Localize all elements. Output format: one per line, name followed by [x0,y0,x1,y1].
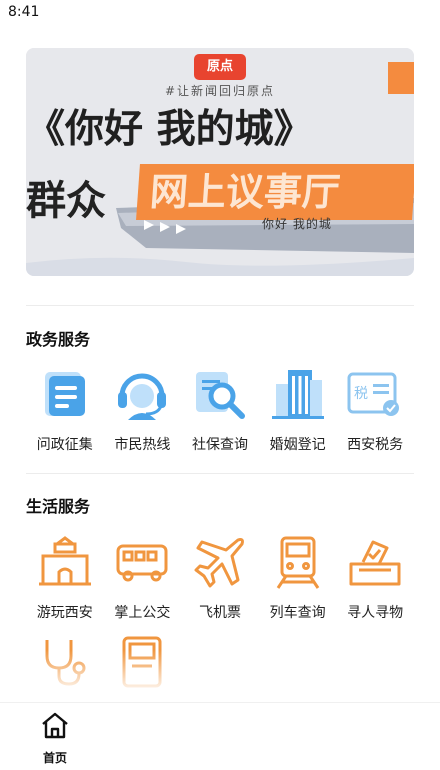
banner-logo: 原点 [194,54,246,80]
service-label: 市民热线 [114,437,171,453]
tax-document-icon: 税 [347,366,403,422]
service-label: 婚姻登记 [269,437,326,453]
banner-ship-text: 你好 我的城 [262,217,332,231]
banner-left-text: 群众 [26,178,106,224]
tab-home-label: 首页 [42,751,67,765]
service-label: 西安税务 [347,437,404,453]
service-label: 社保查询 [191,437,248,453]
status-time: 8:41 [8,4,40,20]
airplane-icon [192,534,248,590]
service-tile-lost-found[interactable]: 寻人寻物 [336,534,414,622]
service-tile-social-security[interactable]: 社保查询 [181,366,259,454]
section-title-government: 政务服务 [26,330,91,349]
service-label: 游玩西安 [36,605,93,621]
scroll-fade-overlay [0,650,440,710]
tab-home[interactable]: 首页 [30,711,80,766]
banner-carousel[interactable]: 原点 #让新闻回归原点 《你好 我的城》 群众 网上议事厅 你好 我的城 [26,48,414,276]
service-tile-tax[interactable]: 税 西安税务 [336,366,414,454]
service-tile-inquiry[interactable]: 问政征集 [26,366,104,454]
divider [26,305,414,306]
service-label: 问政征集 [36,437,93,453]
banner-title: 《你好 我的城》 [26,107,313,152]
service-tile-hotline[interactable]: 市民热线 [104,366,182,454]
section-title-life: 生活服务 [26,497,91,516]
form-collection-icon [37,366,93,422]
service-label: 飞机票 [198,605,241,621]
service-tile-bus[interactable]: 掌上公交 [104,534,182,622]
bus-icon [114,534,170,590]
hotline-headset-icon [114,366,170,422]
service-label: 列车查询 [269,605,326,621]
building-icon [270,366,326,422]
service-tile-train[interactable]: 列车查询 [259,534,337,622]
document-search-icon [192,366,248,422]
life-services-grid: 游玩西安 掌上公交 飞机票 列车查询 寻人寻物 [26,534,414,622]
service-tile-flight[interactable]: 飞机票 [181,534,259,622]
bottom-tab-bar: 首页 [0,702,440,770]
train-icon [270,534,326,590]
ballot-box-icon [347,534,403,590]
service-label: 掌上公交 [114,605,171,621]
service-tile-marriage[interactable]: 婚姻登记 [259,366,337,454]
divider [26,473,414,474]
banner-hall-text: 网上议事厅 [136,164,414,220]
service-label: 寻人寻物 [347,605,404,621]
status-bar: 8:41 [0,0,440,26]
home-icon [40,711,70,743]
banner-slogan: #让新闻回归原点 [164,84,276,98]
svg-text:税: 税 [354,386,368,402]
government-services-grid: 问政征集 市民热线 社保查询 婚姻登记 税 西安税务 [26,366,414,454]
service-tile-tourism[interactable]: 游玩西安 [26,534,104,622]
city-gate-icon [37,534,93,590]
